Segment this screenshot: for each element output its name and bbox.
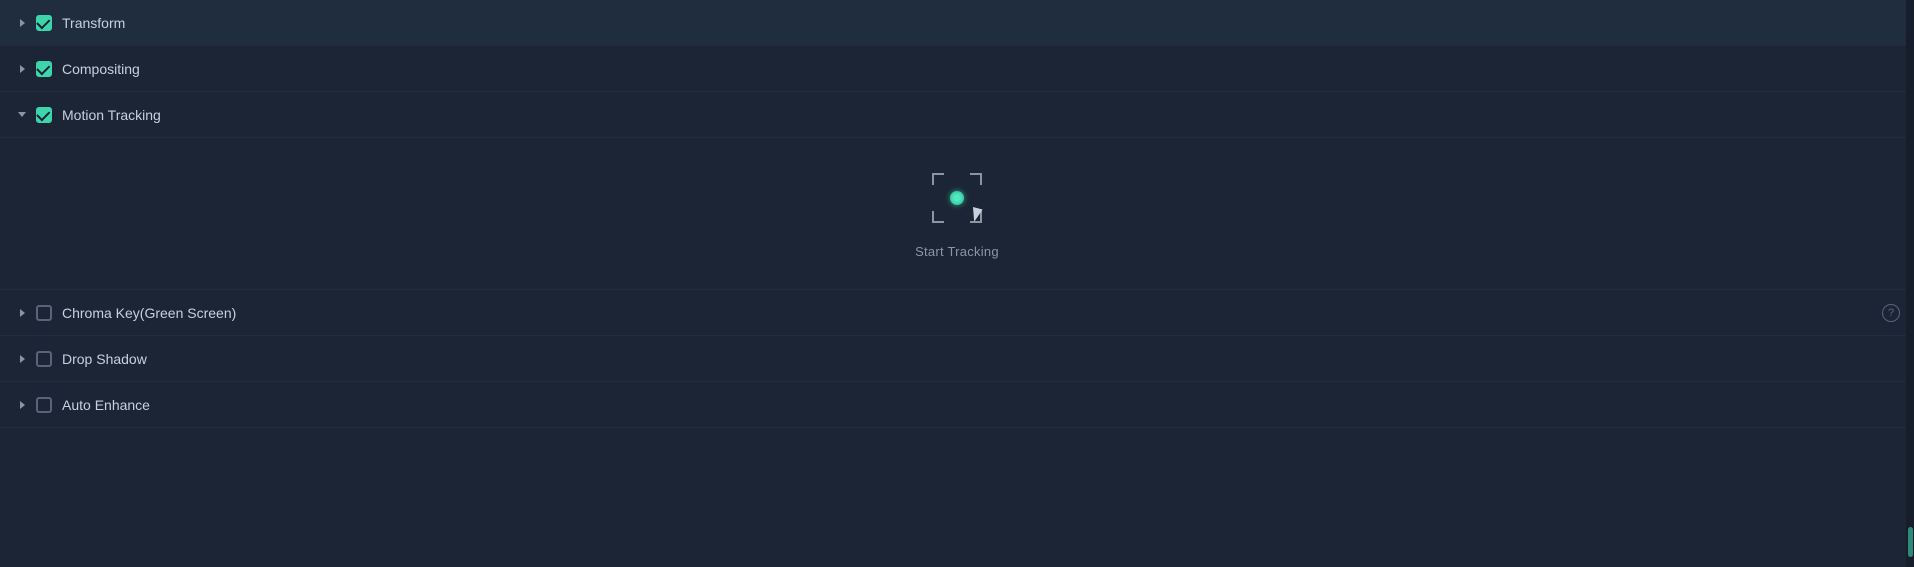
- chroma-key-help-icon[interactable]: ?: [1882, 304, 1900, 322]
- scrollbar-thumb[interactable]: [1908, 527, 1913, 557]
- transform-chevron-icon: [14, 15, 30, 31]
- scrollbar[interactable]: [1906, 0, 1914, 567]
- effects-panel: Transform Compositing Motion Tracking: [0, 0, 1914, 567]
- chroma-key-label: Chroma Key(Green Screen): [62, 305, 1874, 321]
- compositing-label: Compositing: [62, 61, 1900, 77]
- drop-shadow-label: Drop Shadow: [62, 351, 1900, 367]
- drop-shadow-checkbox[interactable]: [36, 351, 52, 367]
- motion-tracking-section[interactable]: Motion Tracking: [0, 92, 1914, 138]
- bracket-tr-icon: [970, 173, 982, 185]
- auto-enhance-checkbox[interactable]: [36, 397, 52, 413]
- drop-shadow-section[interactable]: Drop Shadow: [0, 336, 1914, 382]
- chroma-key-section[interactable]: Chroma Key(Green Screen) ?: [0, 290, 1914, 336]
- bracket-bl-icon: [932, 211, 944, 223]
- chroma-key-chevron-icon: [14, 305, 30, 321]
- tracking-cursor-icon: [971, 208, 985, 222]
- bracket-tl-icon: [932, 173, 944, 185]
- motion-tracking-content: Start Tracking: [0, 138, 1914, 290]
- motion-tracking-chevron-icon: [14, 107, 30, 123]
- motion-tracking-label: Motion Tracking: [62, 107, 1900, 123]
- tracking-icon: [927, 168, 987, 228]
- auto-enhance-section[interactable]: Auto Enhance: [0, 382, 1914, 428]
- compositing-chevron-icon: [14, 61, 30, 77]
- auto-enhance-chevron-icon: [14, 397, 30, 413]
- transform-section[interactable]: Transform: [0, 0, 1914, 46]
- start-tracking-label: Start Tracking: [915, 244, 999, 259]
- compositing-checkbox[interactable]: [36, 61, 52, 77]
- tracking-dot-icon: [950, 191, 964, 205]
- start-tracking-button[interactable]: Start Tracking: [915, 168, 999, 259]
- auto-enhance-label: Auto Enhance: [62, 397, 1900, 413]
- compositing-section[interactable]: Compositing: [0, 46, 1914, 92]
- motion-tracking-checkbox[interactable]: [36, 107, 52, 123]
- transform-checkbox[interactable]: [36, 15, 52, 31]
- transform-label: Transform: [62, 15, 1900, 31]
- drop-shadow-chevron-icon: [14, 351, 30, 367]
- chroma-key-checkbox[interactable]: [36, 305, 52, 321]
